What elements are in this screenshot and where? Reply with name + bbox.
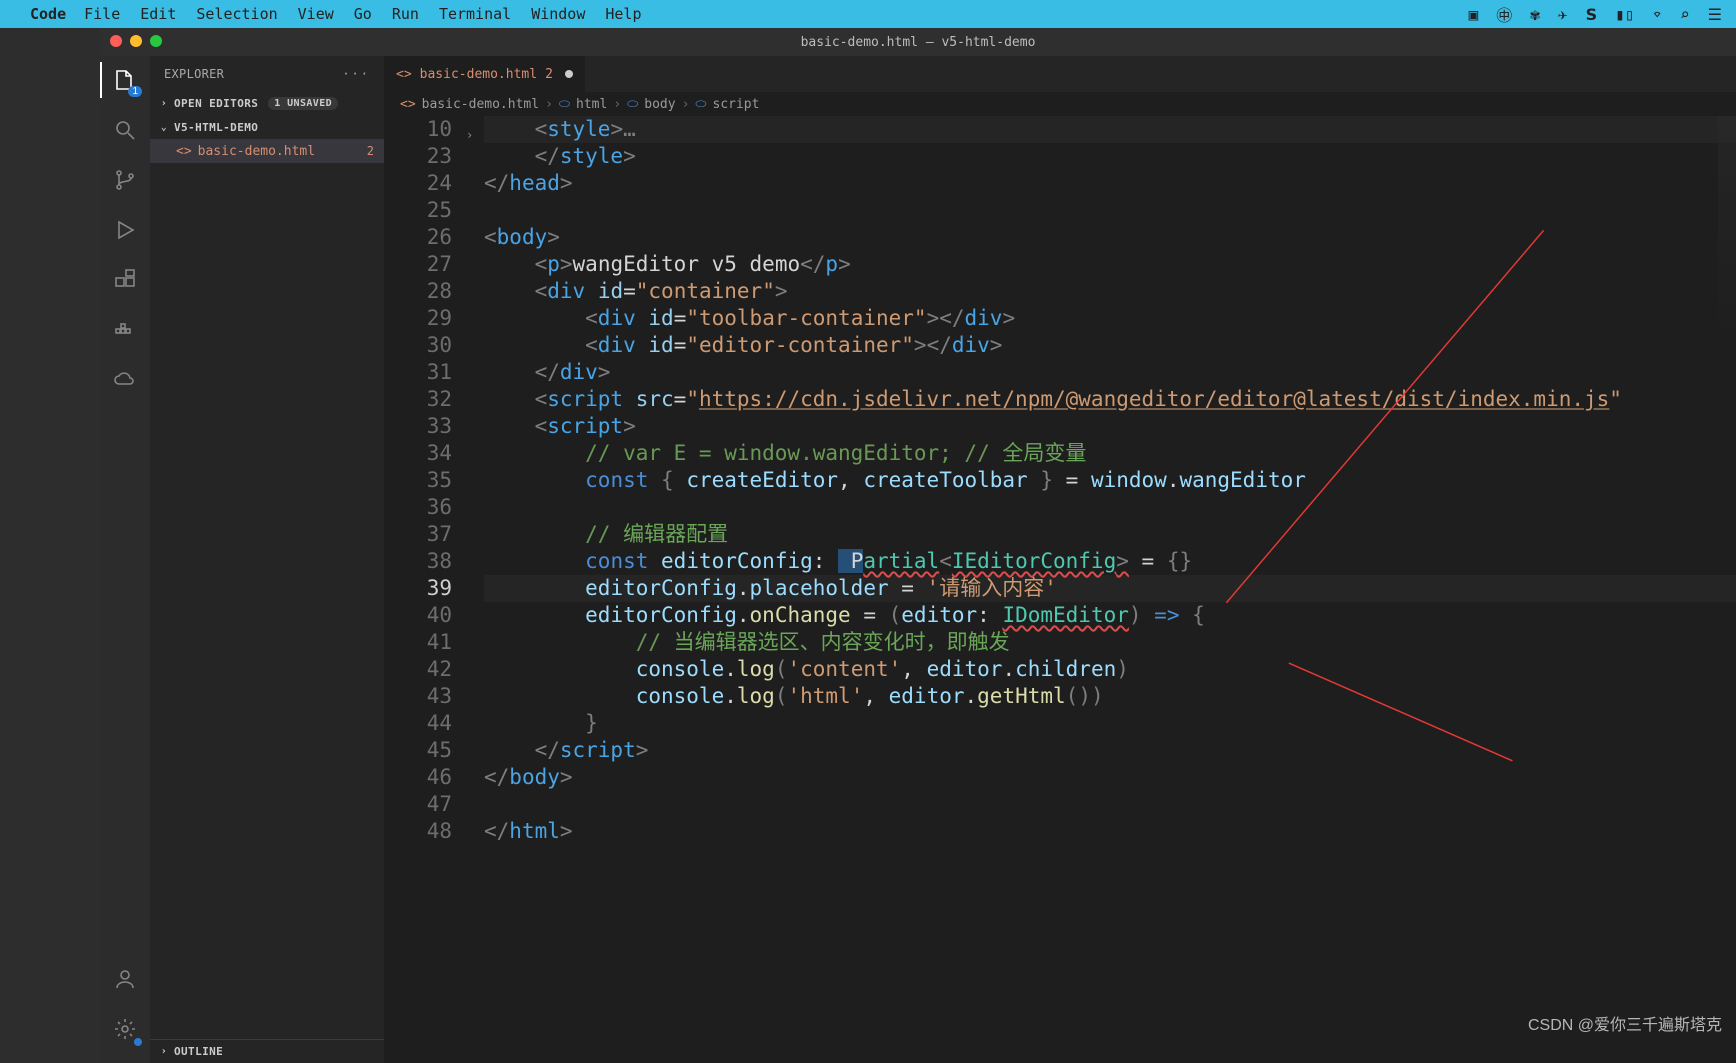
fold-column: › (466, 116, 484, 1063)
html-file-icon: <> (176, 144, 192, 159)
line-number-gutter: 1023242526272829303132333435363738394041… (384, 116, 466, 1063)
account-icon (113, 967, 137, 991)
breadcrumb-item[interactable]: basic-demo.html (422, 97, 539, 112)
control-center-icon: ☰ (1708, 5, 1722, 24)
chevron-down-icon: ⌄ (158, 122, 170, 133)
tabs: <> basic-demo.html 2 (384, 56, 1736, 92)
maximize-button[interactable] (150, 35, 162, 47)
html-file-icon: <> (396, 67, 412, 82)
chevron-right-icon: › (158, 98, 170, 109)
tab-label: basic-demo.html (420, 67, 537, 82)
settings-activity[interactable] (111, 1015, 139, 1043)
workspace-section[interactable]: ⌄ V5-HTML-DEMO (150, 115, 384, 139)
menu-window[interactable]: Window (531, 5, 585, 23)
editor[interactable]: 1023242526272829303132333435363738394041… (384, 116, 1736, 1063)
search-icon: ⌕ (1680, 5, 1690, 24)
status-icon: ㊥ (1496, 2, 1512, 26)
debug-activity[interactable] (111, 216, 139, 244)
menu-view[interactable]: View (298, 5, 334, 23)
close-button[interactable] (110, 35, 122, 47)
activity-bar: 1 (100, 56, 150, 1063)
menu-file[interactable]: File (84, 5, 120, 23)
minimap[interactable] (1718, 116, 1736, 346)
extensions-icon (113, 268, 137, 292)
unsaved-badge: 1 UNSAVED (268, 97, 338, 110)
app-name: Code (30, 5, 66, 23)
open-editors-section[interactable]: › OPEN EDITORS 1 UNSAVED (150, 91, 384, 115)
play-icon (113, 218, 137, 242)
file-problems-count: 2 (367, 144, 374, 158)
gear-icon (113, 1017, 137, 1041)
search-icon (113, 118, 137, 142)
explorer-badge: 1 (128, 86, 142, 97)
chevron-right-icon: › (158, 1046, 170, 1057)
explorer-activity[interactable]: 1 (111, 66, 139, 94)
outline-label: OUTLINE (174, 1045, 223, 1058)
status-icon: ▣ (1469, 5, 1479, 24)
docker-activity[interactable] (111, 316, 139, 344)
docker-icon (113, 318, 137, 342)
breadcrumb-item[interactable]: html (576, 97, 607, 112)
scm-activity[interactable] (111, 166, 139, 194)
outline-section[interactable]: › OUTLINE (150, 1039, 384, 1063)
window-title: basic-demo.html — v5-html-demo (801, 35, 1036, 50)
cloud-activity[interactable] (111, 366, 139, 394)
tab-problems-count: 2 (545, 67, 553, 82)
html-file-icon: <> (400, 97, 416, 112)
titlebar: basic-demo.html — v5-html-demo (100, 28, 1736, 56)
code-area[interactable]: <style>… </style></head><body> <p>wangEd… (484, 116, 1736, 1063)
extensions-activity[interactable] (111, 266, 139, 294)
menu-edit[interactable]: Edit (140, 5, 176, 23)
sidebar-title: EXPLORER (164, 67, 224, 81)
element-icon: ⬭ (627, 97, 638, 112)
menu-selection[interactable]: Selection (196, 5, 277, 23)
menu-run[interactable]: Run (392, 5, 419, 23)
status-icon: 𝗦 (1586, 5, 1598, 24)
file-row-basic-demo[interactable]: <> basic-demo.html 2 (150, 139, 384, 163)
element-icon: ⬭ (559, 97, 570, 112)
element-icon: ⬭ (695, 97, 706, 112)
app-frame: basic-demo.html — v5-html-demo 1 EXPLORE… (100, 28, 1736, 1063)
wifi-icon: ⌔ (1652, 5, 1662, 24)
menu-terminal[interactable]: Terminal (439, 5, 511, 23)
mac-menubar: Code File Edit Selection View Go Run Ter… (0, 0, 1736, 28)
battery-icon: ▮▯ (1615, 5, 1634, 24)
breadcrumbs[interactable]: <> basic-demo.html › ⬭ html › ⬭ body › ⬭… (384, 92, 1736, 116)
account-activity[interactable] (111, 965, 139, 993)
menu-help[interactable]: Help (605, 5, 641, 23)
cloud-icon (113, 368, 137, 392)
branch-icon (113, 168, 137, 192)
telegram-icon: ✈ (1558, 5, 1568, 24)
search-activity[interactable] (111, 116, 139, 144)
minimize-button[interactable] (130, 35, 142, 47)
file-name: basic-demo.html (198, 144, 315, 159)
unsaved-indicator (565, 70, 573, 78)
wechat-icon: ✾ (1530, 5, 1540, 24)
more-icon[interactable]: ··· (342, 67, 370, 81)
breadcrumb-item[interactable]: script (713, 97, 760, 112)
tab-basic-demo[interactable]: <> basic-demo.html 2 (384, 56, 586, 92)
workspace-label: V5-HTML-DEMO (174, 121, 258, 134)
open-editors-label: OPEN EDITORS (174, 97, 258, 110)
menu-go[interactable]: Go (354, 5, 372, 23)
sidebar: EXPLORER ··· › OPEN EDITORS 1 UNSAVED ⌄ … (150, 56, 384, 1063)
breadcrumb-item[interactable]: body (644, 97, 675, 112)
